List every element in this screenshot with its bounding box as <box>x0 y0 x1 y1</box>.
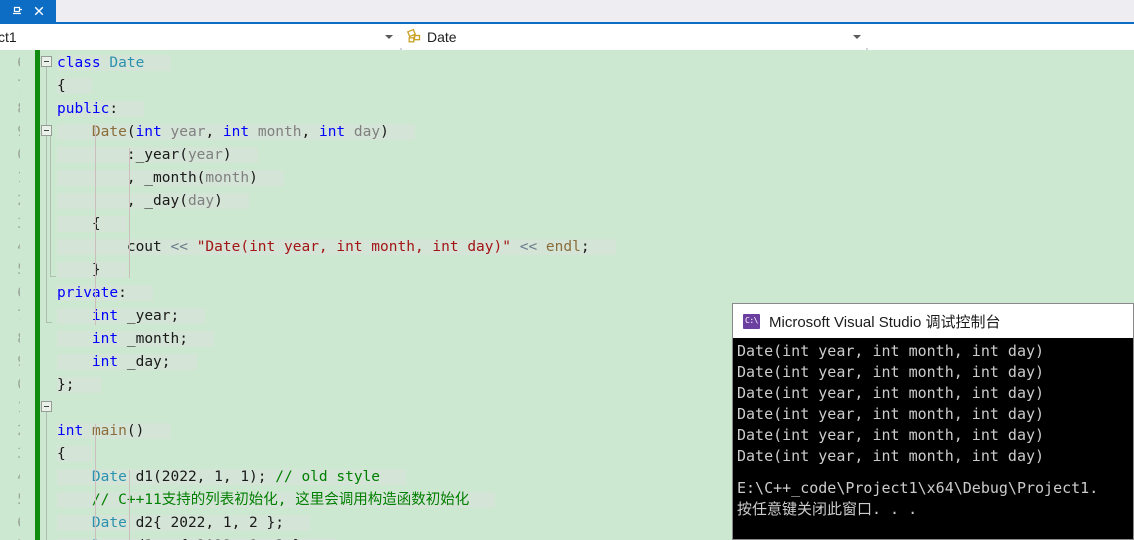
line-number: 0 <box>0 144 20 167</box>
navigation-bar: ct1 Date <box>0 24 1134 74</box>
console-path-line: E:\C++_code\Project1\x64\Debug\Project1. <box>737 479 1099 497</box>
code-line[interactable]: , _day(day) <box>57 190 250 213</box>
command-prompt-icon-glyph: C:\ <box>745 316 758 325</box>
extra-dropdown[interactable] <box>870 24 1134 50</box>
fold-margin[interactable] <box>41 50 57 540</box>
console-output-line: Date(int year, int month, int day) <box>737 447 1045 465</box>
console-title-bar[interactable]: C:\ Microsoft Visual Studio 调试控制台 <box>733 304 1133 338</box>
code-line[interactable]: :_year(year) <box>57 144 258 167</box>
fold-guide-class-end <box>46 322 52 323</box>
code-line[interactable]: int _month; <box>57 328 215 351</box>
member-dropdown[interactable]: Date <box>402 24 868 50</box>
code-line[interactable]: Date d1(2022, 1, 1); // old style <box>57 466 407 489</box>
code-line[interactable]: public: <box>57 98 145 121</box>
line-number: 0 <box>0 374 20 397</box>
fold-guide-constructor-end <box>50 276 56 277</box>
console-output[interactable]: Date(int year, int month, int day) Date(i… <box>733 338 1133 539</box>
line-number: 2 <box>0 190 20 213</box>
fold-toggle-class[interactable] <box>41 56 52 67</box>
code-line[interactable]: cout << "Date(int year, int month, int d… <box>57 236 616 259</box>
line-number: 9 <box>0 351 20 374</box>
change-indicator-bar <box>35 50 40 540</box>
line-number: 5 <box>0 489 20 512</box>
fold-toggle-constructor[interactable] <box>41 125 52 136</box>
debug-console-window[interactable]: C:\ Microsoft Visual Studio 调试控制台 Date(i… <box>732 303 1134 540</box>
console-output-line: Date(int year, int month, int day) <box>737 363 1045 381</box>
indent-guide <box>95 125 96 325</box>
code-line[interactable]: private: <box>57 282 154 305</box>
line-number: 3 <box>0 213 20 236</box>
indent-guide <box>129 470 130 540</box>
chevron-down-icon[interactable] <box>853 35 861 39</box>
line-number: 6 <box>0 282 20 305</box>
code-line[interactable]: { <box>57 443 92 466</box>
fold-guide-constructor <box>50 136 51 276</box>
line-number: 4 <box>0 236 20 259</box>
line-number: 6 <box>0 512 20 535</box>
code-line[interactable]: { <box>57 75 92 98</box>
fold-guide-main <box>46 412 47 540</box>
code-line[interactable]: class Date <box>57 52 171 75</box>
close-icon[interactable] <box>32 4 46 18</box>
line-number: 1 <box>0 397 20 420</box>
code-line[interactable]: int _year; <box>57 305 206 328</box>
tab-strip <box>0 0 1134 22</box>
class-member-icon <box>406 28 424 46</box>
code-line[interactable]: int main() <box>57 420 171 443</box>
console-prompt-line: 按任意键关闭此窗口. . . <box>737 500 918 518</box>
tab-strip-empty-area <box>56 0 1134 22</box>
project-dropdown[interactable]: ct1 <box>0 24 400 50</box>
line-number: 8 <box>0 98 20 121</box>
console-output-line: Date(int year, int month, int day) <box>737 384 1045 402</box>
line-number: 7 <box>0 535 20 540</box>
line-number: 5 <box>0 259 20 282</box>
member-dropdown-label: Date <box>427 29 457 45</box>
line-number: 8 <box>0 328 20 351</box>
code-line[interactable]: Date(int year, int month, int day) <box>57 121 416 144</box>
line-number: 1 <box>0 167 20 190</box>
console-title-text: Microsoft Visual Studio 调试控制台 <box>769 313 1001 331</box>
code-line[interactable]: { <box>57 213 127 236</box>
console-output-line: Date(int year, int month, int day) <box>737 405 1045 423</box>
code-line[interactable]: } <box>57 259 127 282</box>
line-number: 6 <box>0 52 20 75</box>
code-line[interactable]: int _day; <box>57 351 197 374</box>
line-number: 9 <box>0 121 20 144</box>
code-line[interactable]: }; <box>57 374 101 397</box>
indent-guide <box>129 148 130 278</box>
line-number: 3 <box>0 443 20 466</box>
line-number: 2 <box>0 420 20 443</box>
project-dropdown-label: ct1 <box>0 29 17 45</box>
line-number: 4 <box>0 466 20 489</box>
fold-toggle-main[interactable] <box>41 401 52 412</box>
active-document-tab[interactable] <box>0 0 56 22</box>
code-line[interactable]: // C++11支持的列表初始化, 这里会调用构造函数初始化 <box>57 489 496 512</box>
indent-guide <box>95 424 96 540</box>
code-line[interactable]: Date d3 = { 2022, 1, 3 }; <box>57 535 337 540</box>
pin-icon[interactable] <box>10 4 24 18</box>
code-line[interactable]: , _month(month) <box>57 167 284 190</box>
console-output-line: Date(int year, int month, int day) <box>737 426 1045 444</box>
fold-guide-class <box>46 67 47 322</box>
command-prompt-icon: C:\ <box>743 313 760 329</box>
console-output-line: Date(int year, int month, int day) <box>737 342 1045 360</box>
chevron-down-icon[interactable] <box>385 35 393 39</box>
line-number: 7 <box>0 305 20 328</box>
line-number: 7 <box>0 75 20 98</box>
